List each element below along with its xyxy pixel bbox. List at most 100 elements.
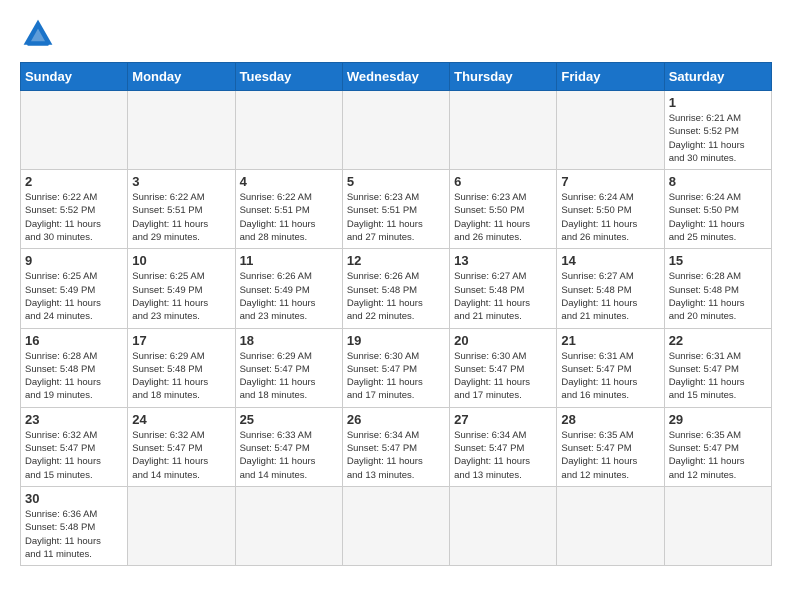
day-number: 24 <box>132 412 230 427</box>
day-info: Sunrise: 6:34 AMSunset: 5:47 PMDaylight:… <box>454 429 552 482</box>
day-info: Sunrise: 6:33 AMSunset: 5:47 PMDaylight:… <box>240 429 338 482</box>
day-number: 11 <box>240 253 338 268</box>
calendar-cell <box>450 91 557 170</box>
calendar-cell: 29Sunrise: 6:35 AMSunset: 5:47 PMDayligh… <box>664 407 771 486</box>
day-number: 12 <box>347 253 445 268</box>
calendar-cell: 2 Sunrise: 6:22 AMSunset: 5:52 PMDaylight… <box>21 170 128 249</box>
day-number: 30 <box>25 491 123 506</box>
day-info: Sunrise: 6:30 AMSunset: 5:47 PMDaylight:… <box>347 350 445 403</box>
day-info: Sunrise: 6:26 AMSunset: 5:49 PMDaylight:… <box>240 270 338 323</box>
day-number: 18 <box>240 333 338 348</box>
header <box>20 16 772 52</box>
day-number: 10 <box>132 253 230 268</box>
day-info: Sunrise: 6:32 AMSunset: 5:47 PMDaylight:… <box>132 429 230 482</box>
day-info: Sunrise: 6:28 AMSunset: 5:48 PMDaylight:… <box>669 270 767 323</box>
day-info: Sunrise: 6:21 AMSunset: 5:52 PMDaylight:… <box>669 112 767 165</box>
day-info: Sunrise: 6:22 AMSunset: 5:51 PMDaylight:… <box>240 191 338 244</box>
calendar-cell: 19 Sunrise: 6:30 AMSunset: 5:47 PMDayligh… <box>342 328 449 407</box>
calendar-cell <box>557 486 664 565</box>
day-number: 9 <box>25 253 123 268</box>
day-number: 15 <box>669 253 767 268</box>
calendar-cell: 28Sunrise: 6:35 AMSunset: 5:47 PMDayligh… <box>557 407 664 486</box>
calendar-cell: 14 Sunrise: 6:27 AMSunset: 5:48 PMDayligh… <box>557 249 664 328</box>
day-number: 29 <box>669 412 767 427</box>
day-number: 5 <box>347 174 445 189</box>
day-info: Sunrise: 6:28 AMSunset: 5:48 PMDaylight:… <box>25 350 123 403</box>
calendar-cell: 16Sunrise: 6:28 AMSunset: 5:48 PMDayligh… <box>21 328 128 407</box>
day-number: 8 <box>669 174 767 189</box>
day-info: Sunrise: 6:24 AMSunset: 5:50 PMDaylight:… <box>561 191 659 244</box>
calendar-cell: 1 Sunrise: 6:21 AMSunset: 5:52 PMDaylight… <box>664 91 771 170</box>
calendar-cell: 9 Sunrise: 6:25 AMSunset: 5:49 PMDaylight… <box>21 249 128 328</box>
day-info: Sunrise: 6:29 AMSunset: 5:48 PMDaylight:… <box>132 350 230 403</box>
day-info: Sunrise: 6:25 AMSunset: 5:49 PMDaylight:… <box>132 270 230 323</box>
day-header-friday: Friday <box>557 63 664 91</box>
calendar-cell: 22Sunrise: 6:31 AMSunset: 5:47 PMDayligh… <box>664 328 771 407</box>
calendar-cell: 24 Sunrise: 6:32 AMSunset: 5:47 PMDayligh… <box>128 407 235 486</box>
week-row-6: 30 Sunrise: 6:36 AMSunset: 5:48 PMDayligh… <box>21 486 772 565</box>
day-number: 20 <box>454 333 552 348</box>
calendar-cell: 4 Sunrise: 6:22 AMSunset: 5:51 PMDaylight… <box>235 170 342 249</box>
week-row-4: 16Sunrise: 6:28 AMSunset: 5:48 PMDayligh… <box>21 328 772 407</box>
calendar-cell: 26Sunrise: 6:34 AMSunset: 5:47 PMDayligh… <box>342 407 449 486</box>
day-info: Sunrise: 6:22 AMSunset: 5:52 PMDaylight:… <box>25 191 123 244</box>
day-info: Sunrise: 6:31 AMSunset: 5:47 PMDaylight:… <box>561 350 659 403</box>
day-info: Sunrise: 6:25 AMSunset: 5:49 PMDaylight:… <box>25 270 123 323</box>
day-number: 27 <box>454 412 552 427</box>
week-row-3: 9 Sunrise: 6:25 AMSunset: 5:49 PMDaylight… <box>21 249 772 328</box>
day-header-wednesday: Wednesday <box>342 63 449 91</box>
day-info: Sunrise: 6:36 AMSunset: 5:48 PMDaylight:… <box>25 508 123 561</box>
calendar-body: 1 Sunrise: 6:21 AMSunset: 5:52 PMDaylight… <box>21 91 772 566</box>
calendar-cell: 10 Sunrise: 6:25 AMSunset: 5:49 PMDayligh… <box>128 249 235 328</box>
calendar-cell <box>342 91 449 170</box>
day-info: Sunrise: 6:35 AMSunset: 5:47 PMDaylight:… <box>561 429 659 482</box>
calendar-cell <box>21 91 128 170</box>
calendar-cell: 11 Sunrise: 6:26 AMSunset: 5:49 PMDayligh… <box>235 249 342 328</box>
day-number: 3 <box>132 174 230 189</box>
day-info: Sunrise: 6:22 AMSunset: 5:51 PMDaylight:… <box>132 191 230 244</box>
calendar-cell: 21Sunrise: 6:31 AMSunset: 5:47 PMDayligh… <box>557 328 664 407</box>
day-info: Sunrise: 6:23 AMSunset: 5:51 PMDaylight:… <box>347 191 445 244</box>
page: SundayMondayTuesdayWednesdayThursdayFrid… <box>0 0 792 582</box>
day-number: 25 <box>240 412 338 427</box>
day-header-thursday: Thursday <box>450 63 557 91</box>
day-info: Sunrise: 6:30 AMSunset: 5:47 PMDaylight:… <box>454 350 552 403</box>
calendar: SundayMondayTuesdayWednesdayThursdayFrid… <box>20 62 772 566</box>
calendar-cell <box>450 486 557 565</box>
calendar-cell <box>235 486 342 565</box>
calendar-cell: 25 Sunrise: 6:33 AMSunset: 5:47 PMDayligh… <box>235 407 342 486</box>
calendar-cell: 12Sunrise: 6:26 AMSunset: 5:48 PMDayligh… <box>342 249 449 328</box>
calendar-cell: 17 Sunrise: 6:29 AMSunset: 5:48 PMDayligh… <box>128 328 235 407</box>
day-number: 14 <box>561 253 659 268</box>
day-number: 6 <box>454 174 552 189</box>
calendar-cell: 3 Sunrise: 6:22 AMSunset: 5:51 PMDaylight… <box>128 170 235 249</box>
day-number: 13 <box>454 253 552 268</box>
day-info: Sunrise: 6:31 AMSunset: 5:47 PMDaylight:… <box>669 350 767 403</box>
day-info: Sunrise: 6:34 AMSunset: 5:47 PMDaylight:… <box>347 429 445 482</box>
calendar-cell: 18 Sunrise: 6:29 AMSunset: 5:47 PMDayligh… <box>235 328 342 407</box>
day-header-tuesday: Tuesday <box>235 63 342 91</box>
calendar-cell: 6 Sunrise: 6:23 AMSunset: 5:50 PMDaylight… <box>450 170 557 249</box>
day-number: 19 <box>347 333 445 348</box>
day-info: Sunrise: 6:23 AMSunset: 5:50 PMDaylight:… <box>454 191 552 244</box>
day-info: Sunrise: 6:29 AMSunset: 5:47 PMDaylight:… <box>240 350 338 403</box>
day-header-row: SundayMondayTuesdayWednesdayThursdayFrid… <box>21 63 772 91</box>
calendar-cell: 5 Sunrise: 6:23 AMSunset: 5:51 PMDaylight… <box>342 170 449 249</box>
calendar-cell: 15 Sunrise: 6:28 AMSunset: 5:48 PMDayligh… <box>664 249 771 328</box>
day-info: Sunrise: 6:32 AMSunset: 5:47 PMDaylight:… <box>25 429 123 482</box>
week-row-1: 1 Sunrise: 6:21 AMSunset: 5:52 PMDaylight… <box>21 91 772 170</box>
day-number: 17 <box>132 333 230 348</box>
day-number: 4 <box>240 174 338 189</box>
week-row-2: 2 Sunrise: 6:22 AMSunset: 5:52 PMDaylight… <box>21 170 772 249</box>
day-header-sunday: Sunday <box>21 63 128 91</box>
calendar-cell <box>128 486 235 565</box>
calendar-cell: 20 Sunrise: 6:30 AMSunset: 5:47 PMDayligh… <box>450 328 557 407</box>
day-header-saturday: Saturday <box>664 63 771 91</box>
day-info: Sunrise: 6:27 AMSunset: 5:48 PMDaylight:… <box>561 270 659 323</box>
calendar-cell: 8Sunrise: 6:24 AMSunset: 5:50 PMDaylight… <box>664 170 771 249</box>
day-number: 23 <box>25 412 123 427</box>
day-number: 1 <box>669 95 767 110</box>
day-header-monday: Monday <box>128 63 235 91</box>
logo <box>20 16 60 52</box>
day-number: 2 <box>25 174 123 189</box>
